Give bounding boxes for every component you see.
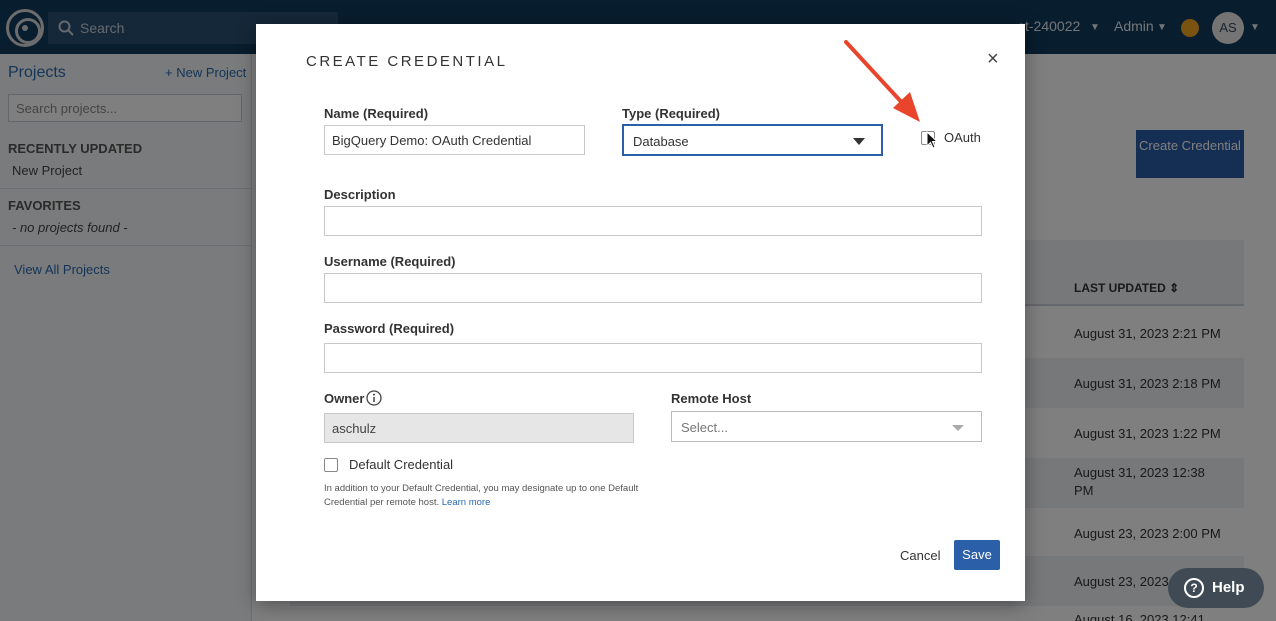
password-input[interactable]	[324, 343, 982, 373]
default-credential-checkbox[interactable]	[324, 458, 338, 472]
password-label: Password (Required)	[324, 321, 455, 336]
caret-down-icon	[952, 425, 964, 431]
description-label: Description	[324, 187, 396, 202]
remote-host-select[interactable]: Select...	[671, 411, 982, 442]
remote-host-placeholder: Select...	[681, 420, 728, 435]
learn-more-link[interactable]: Learn more	[442, 497, 491, 508]
default-credential-label[interactable]: Default Credential	[349, 457, 453, 472]
owner-label: Owner	[324, 391, 365, 406]
dialog-title: CREATE CREDENTIAL	[306, 53, 508, 70]
save-button[interactable]: Save	[954, 540, 1000, 570]
name-label: Name (Required)	[324, 106, 429, 121]
username-label: Username (Required)	[324, 254, 456, 269]
name-input[interactable]: BigQuery Demo: OAuth Credential	[324, 125, 585, 155]
caret-down-icon	[853, 138, 865, 145]
oauth-label[interactable]: OAuth	[944, 130, 981, 145]
help-label: Help	[1212, 579, 1245, 596]
question-icon: ?	[1184, 578, 1204, 598]
type-selected-value: Database	[633, 134, 689, 149]
info-icon[interactable]	[366, 390, 382, 406]
default-credential-help-text: In addition to your Default Credential, …	[324, 483, 639, 508]
close-icon[interactable]: ×	[987, 48, 999, 71]
description-input[interactable]	[324, 206, 982, 236]
cancel-button[interactable]: Cancel	[900, 548, 940, 563]
create-credential-dialog: CREATE CREDENTIAL × Name (Required) BigQ…	[256, 24, 1025, 601]
type-select[interactable]: Database	[622, 124, 883, 156]
mouse-cursor-icon	[926, 131, 938, 149]
type-label: Type (Required)	[622, 106, 720, 121]
remote-host-label: Remote Host	[671, 391, 752, 406]
help-button[interactable]: ? Help	[1168, 568, 1264, 608]
owner-input: aschulz	[324, 413, 634, 443]
username-input[interactable]	[324, 273, 982, 303]
